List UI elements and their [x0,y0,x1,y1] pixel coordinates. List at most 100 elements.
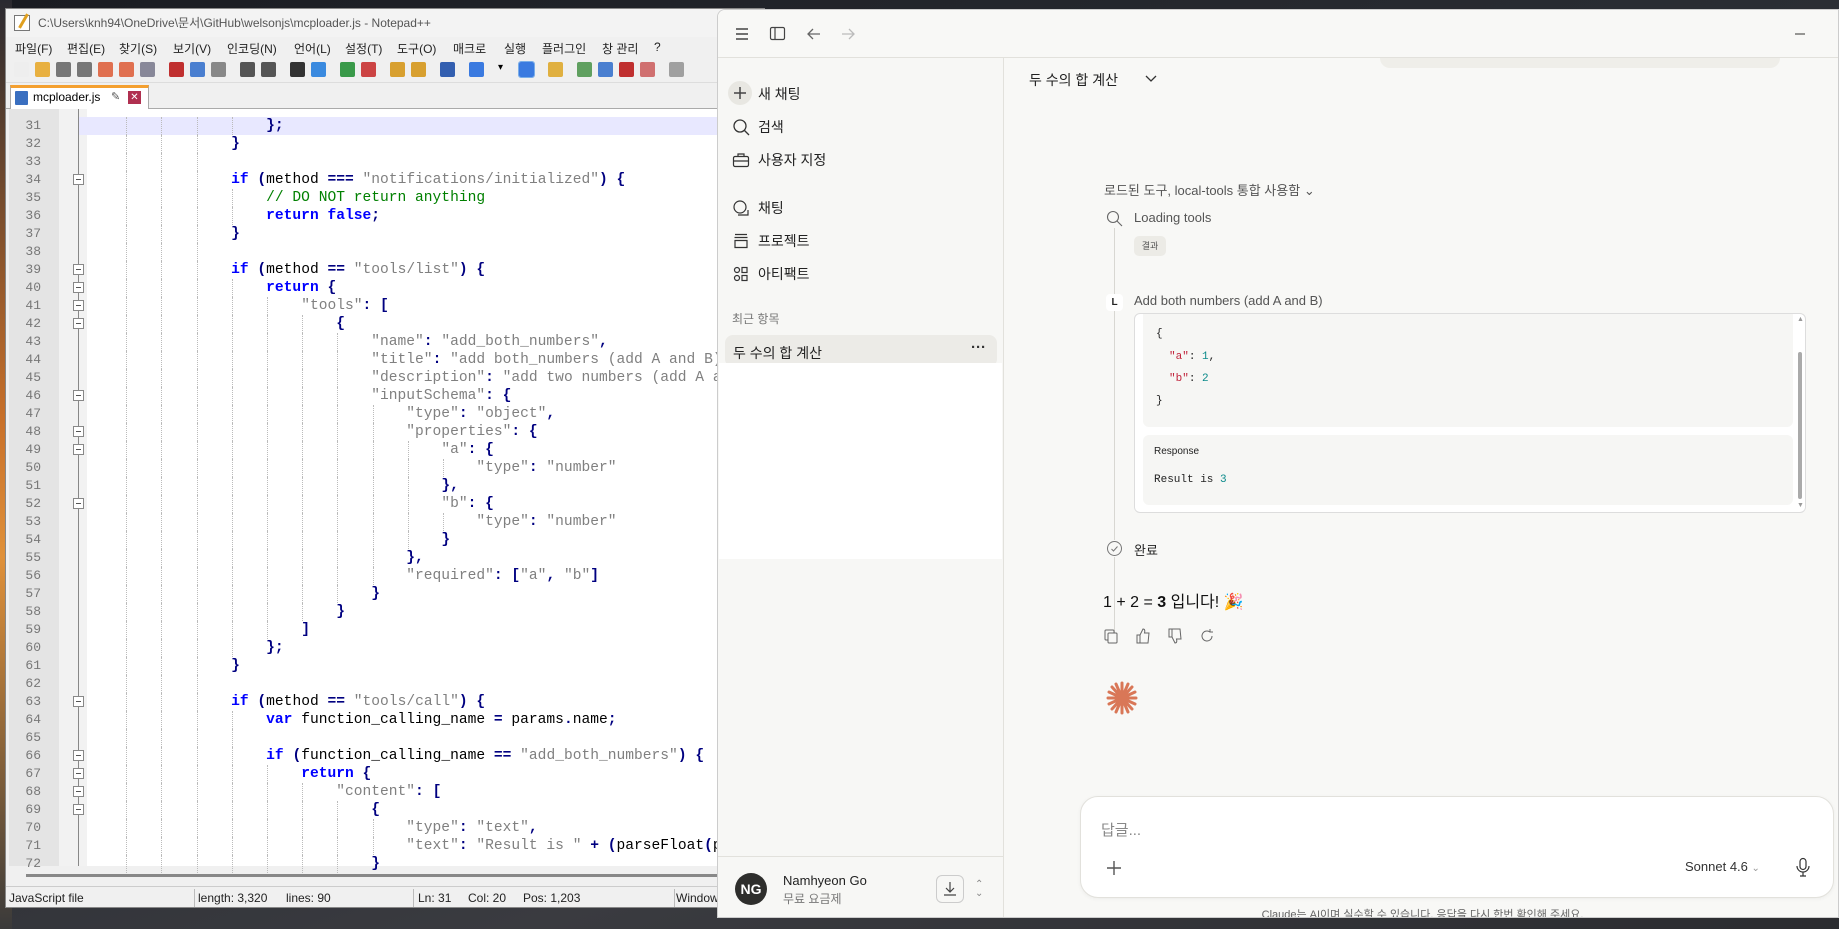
fold-toggle-icon[interactable] [73,498,84,509]
sidebar-item-search[interactable]: 검색 [726,112,996,142]
menu-item[interactable]: 보기(V) [173,40,211,57]
scroll-down-icon[interactable]: ▼ [1797,502,1804,509]
expand-chevron-icon[interactable]: ⌃ ⌄ [975,880,983,899]
menu-icon[interactable] [734,26,752,44]
new-file-icon[interactable] [14,62,29,77]
doc-list-icon[interactable] [598,62,613,77]
code-editor[interactable]: 31 }; 32 } 33 34 if (method === "notificati… [9,109,764,873]
code-line[interactable]: "a": { [91,441,494,459]
menu-item[interactable]: 인코딩(N) [227,40,277,57]
tool-call-title[interactable]: Add both numbers (add A and B) [1134,293,1323,308]
code-line[interactable]: if (method === "notifications/initialize… [91,171,625,189]
thumbs-up-icon[interactable] [1135,628,1153,646]
word-wrap-icon[interactable] [440,62,455,77]
code-line[interactable]: }; [91,117,284,135]
code-line[interactable]: "type": "text", [91,819,537,837]
download-button[interactable] [936,875,964,903]
copy-icon[interactable] [190,62,205,77]
avatar[interactable]: NG [735,873,767,905]
function-list-icon[interactable] [619,62,634,77]
zoom-in-icon[interactable] [340,62,355,77]
minimize-icon[interactable] [1791,25,1809,43]
code-line[interactable]: } [91,657,240,675]
fold-toggle-icon[interactable] [73,390,84,401]
code-line[interactable]: "type": "object", [91,405,555,423]
code-line[interactable]: "properties": { [91,423,537,441]
paste-icon[interactable] [211,62,226,77]
code-line[interactable]: "name": "add_both_numbers", [91,333,607,351]
result-chip[interactable]: 결과 [1134,236,1166,256]
code-line[interactable]: "title": "add both_numbers (add A and B)… [91,351,739,369]
code-line[interactable]: "description": "add two numbers (add A a… [91,369,764,387]
fold-toggle-icon[interactable] [73,318,84,329]
monitoring-icon[interactable] [669,62,684,77]
close-all-icon[interactable] [119,62,134,77]
find-icon[interactable] [290,62,305,77]
code-line[interactable]: "b": { [91,495,494,513]
code-line[interactable]: }, [91,477,459,495]
scroll-up-icon[interactable]: ▲ [1797,316,1804,323]
save-all-icon[interactable] [77,62,92,77]
code-line[interactable]: { [91,801,380,819]
copy-icon[interactable] [1103,628,1121,646]
reply-input[interactable]: 답글... Sonnet 4.6 ⌄ [1080,796,1834,898]
code-line[interactable]: ] [91,621,310,639]
code-line[interactable]: } [91,603,345,621]
thumbs-down-icon[interactable] [1167,628,1185,646]
print-icon[interactable] [140,62,155,77]
code-line[interactable]: { [91,315,345,333]
code-line[interactable]: if (method == "tools/list") { [91,261,485,279]
sidebar-item-artifacts[interactable]: 아티팩트 [726,259,996,289]
menu-item[interactable]: ? [654,40,661,54]
code-line[interactable]: }, [91,549,424,567]
more-options-icon[interactable]: ··· [971,339,986,356]
fold-toggle-icon[interactable] [73,282,84,293]
fold-toggle-icon[interactable] [73,264,84,275]
fold-toggle-icon[interactable] [73,426,84,437]
fold-toggle-icon[interactable] [73,696,84,707]
save-icon[interactable] [56,62,71,77]
undo-icon[interactable] [240,62,255,77]
doc-map-icon[interactable] [577,62,592,77]
menu-item[interactable]: 플러그인 [542,40,586,57]
code-line[interactable]: }; [91,639,284,657]
fold-toggle-icon[interactable] [73,804,84,815]
sidebar-toggle-icon[interactable] [769,25,787,43]
scrollbar-thumb[interactable] [1798,352,1802,499]
code-line[interactable]: "content": [ [91,783,441,801]
open-file-icon[interactable] [35,62,50,77]
code-line[interactable]: "type": "number" [91,513,616,531]
close-tab-icon[interactable]: ✕ [128,91,141,104]
code-line[interactable]: } [91,225,240,243]
microphone-icon[interactable] [1795,857,1811,877]
cut-icon[interactable] [169,62,184,77]
code-line[interactable]: "inputSchema": { [91,387,511,405]
fold-toggle-icon[interactable] [73,750,84,761]
code-line[interactable]: } [91,531,450,549]
forward-arrow-icon[interactable] [839,25,857,43]
sidebar-item-new-chat[interactable]: 새 채팅 [726,79,996,109]
menu-item[interactable]: 매크로 [453,40,486,57]
redo-icon[interactable] [261,62,276,77]
replace-icon[interactable] [311,62,326,77]
code-line[interactable]: } [91,135,240,153]
fold-toggle-icon[interactable] [73,444,84,455]
code-line[interactable]: "type": "number" [91,459,616,477]
menu-item[interactable]: 파일(F) [15,40,52,57]
code-line[interactable]: return { [91,765,371,783]
back-arrow-icon[interactable] [805,25,823,43]
pin-icon[interactable]: ✎ [111,88,120,107]
folder-workspace-icon[interactable] [640,62,655,77]
retry-icon[interactable] [1199,628,1217,646]
show-all-chars-icon[interactable] [469,62,484,77]
close-icon[interactable] [98,62,113,77]
zoom-out-icon[interactable] [361,62,376,77]
model-selector[interactable]: Sonnet 4.6 ⌄ [1685,859,1760,874]
udl-icon[interactable] [548,62,563,77]
chat-title[interactable]: 두 수의 합 계산 [1029,70,1118,90]
fold-toggle-icon[interactable] [73,786,84,797]
menu-item[interactable]: 언어(L) [294,40,331,57]
fold-toggle-icon[interactable] [73,174,84,185]
dropdown-icon[interactable]: ▾ [498,62,506,77]
code-line[interactable]: "text": "Result is " + (parseFloat(param… [91,837,764,855]
